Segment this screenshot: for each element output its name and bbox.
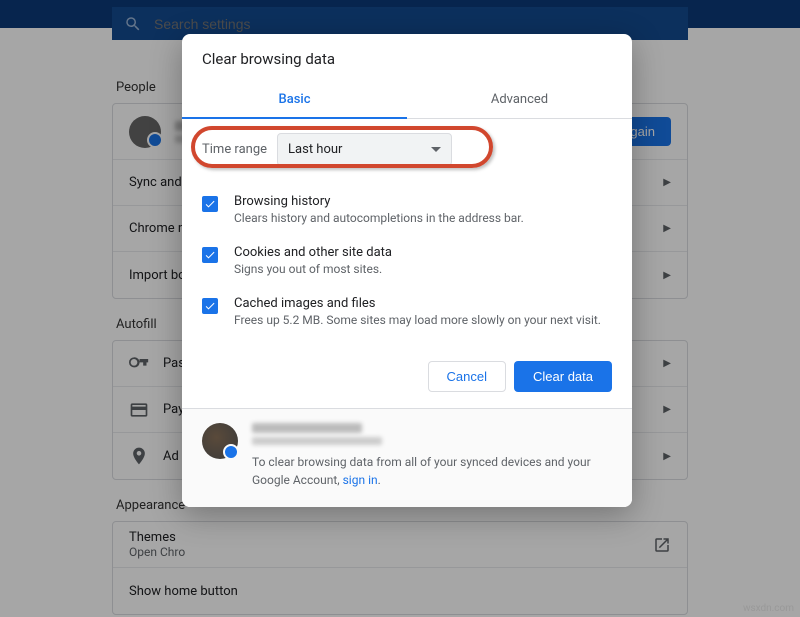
checkbox-cache[interactable] [202,298,218,314]
time-range-select[interactable]: Last hour [277,133,452,166]
watermark: wsxdn.com [743,603,794,614]
tab-basic[interactable]: Basic [182,82,407,118]
clear-data-button[interactable]: Clear data [514,361,612,392]
footer-message: To clear browsing data from all of your … [252,453,612,489]
sign-in-link[interactable]: sign in [343,473,378,487]
option-cache[interactable]: Cached images and files Frees up 5.2 MB.… [202,286,612,337]
tab-advanced[interactable]: Advanced [407,82,632,118]
footer-avatar [202,423,238,459]
time-range-value: Last hour [288,142,342,157]
option-cookies[interactable]: Cookies and other site data Signs you ou… [202,235,612,286]
dropdown-icon [431,145,441,155]
checkbox-cookies[interactable] [202,247,218,263]
clear-browsing-data-dialog: Clear browsing data Basic Advanced Time … [182,34,632,507]
time-range-label: Time range [202,142,267,157]
cancel-button[interactable]: Cancel [428,361,506,392]
option-browsing-history[interactable]: Browsing history Clears history and auto… [202,184,612,235]
dialog-title: Clear browsing data [182,34,632,82]
checkbox-browsing-history[interactable] [202,196,218,212]
